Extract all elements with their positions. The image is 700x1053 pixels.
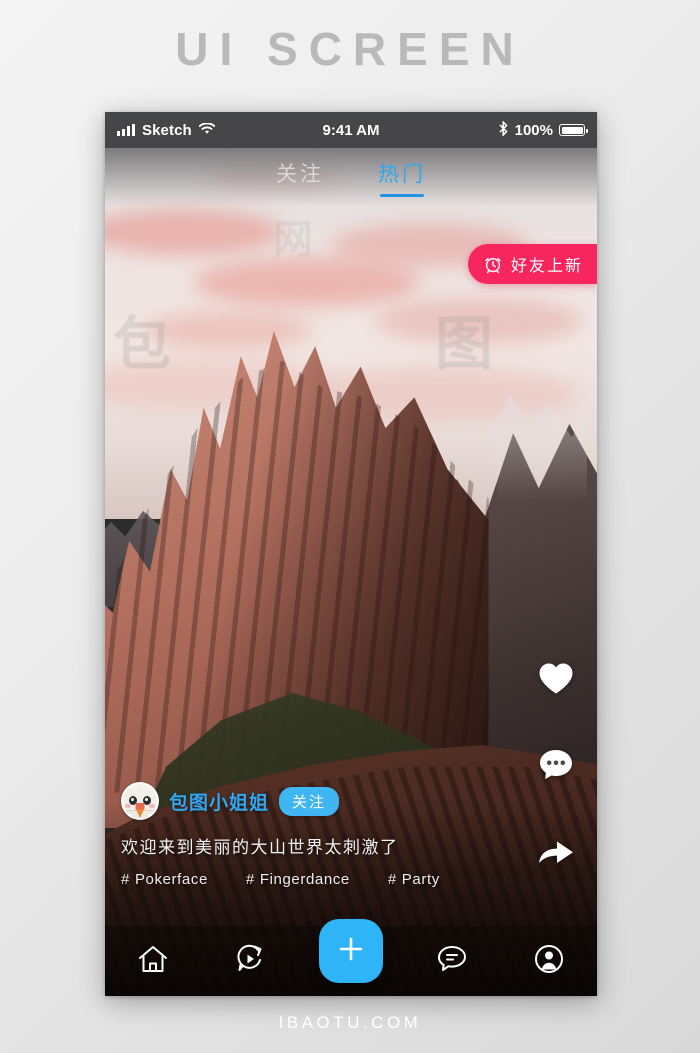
compass-play-icon [234,943,266,980]
hashtag-label: Party [401,871,440,888]
battery-full-icon [559,124,588,136]
cloud [375,297,583,344]
post-author-row: 包图小姐姐 关注 [121,782,581,820]
cloud [144,310,312,350]
hashtag-label: Fingerdance [259,871,350,888]
post-hashtags: # Pokerface # Fingerdance # Party [121,871,581,888]
tab-following[interactable]: 关注 [276,158,324,197]
friends-new-label: 好友上新 [510,258,583,275]
bluetooth-icon [498,119,509,140]
hashtag-symbol: # [387,871,397,888]
hashtag-label: Pokerface [134,871,208,888]
footer-watermark: IBAOTU.COM [278,1013,422,1032]
alarm-clock-icon [483,254,503,274]
nav-messages[interactable] [425,934,479,988]
home-icon [137,944,169,979]
status-bar-right: 100% [498,119,588,140]
signal-bars-icon [117,124,135,136]
hashtag-item[interactable]: # Fingerdance [246,871,350,888]
status-bar: Sketch 9:41 AM 100% [105,112,597,148]
hashtag-symbol: # [121,871,130,888]
cartoon-cat-avatar[interactable] [121,782,159,820]
tab-trending[interactable]: 热门 [378,158,426,197]
hashtag-item[interactable]: # Party [388,871,440,888]
chat-bubble-icon [436,944,468,979]
user-circle-icon [533,943,565,980]
cloud [193,257,420,308]
friends-new-badge[interactable]: 好友上新 [467,244,597,284]
post-description: 欢迎来到美丽的大山世界太刺激了 [121,838,399,857]
wifi-icon [198,121,216,139]
nav-profile[interactable] [522,934,576,988]
bottom-navigation-bar [105,919,597,996]
comment-dots-icon [538,748,574,787]
phone-mockup: 包 图 网 Sketch 9:41 AM 100% [105,112,597,996]
page-title: UI SCREEN [175,23,525,75]
post-caption-block: 包图小姐姐 关注 欢迎来到美丽的大山世界太刺激了 # Pokerface # Fin… [105,782,597,888]
post-author-name[interactable]: 包图小姐姐 [169,788,269,815]
heart-icon [538,662,574,700]
feed-tabs: 关注 热门 [105,148,597,206]
battery-percent-label: 100% [514,121,553,139]
follow-button[interactable]: 关注 [279,786,340,816]
carrier-label: Sketch [142,121,192,139]
nav-discover[interactable] [223,934,277,988]
hashtag-symbol: # [245,871,255,888]
status-bar-left: Sketch [117,121,216,139]
like-button[interactable] [533,658,579,704]
hashtag-item[interactable]: # Pokerface [121,871,208,888]
nav-home[interactable] [126,934,180,988]
plus-icon [336,934,366,969]
nav-create[interactable] [318,919,383,983]
